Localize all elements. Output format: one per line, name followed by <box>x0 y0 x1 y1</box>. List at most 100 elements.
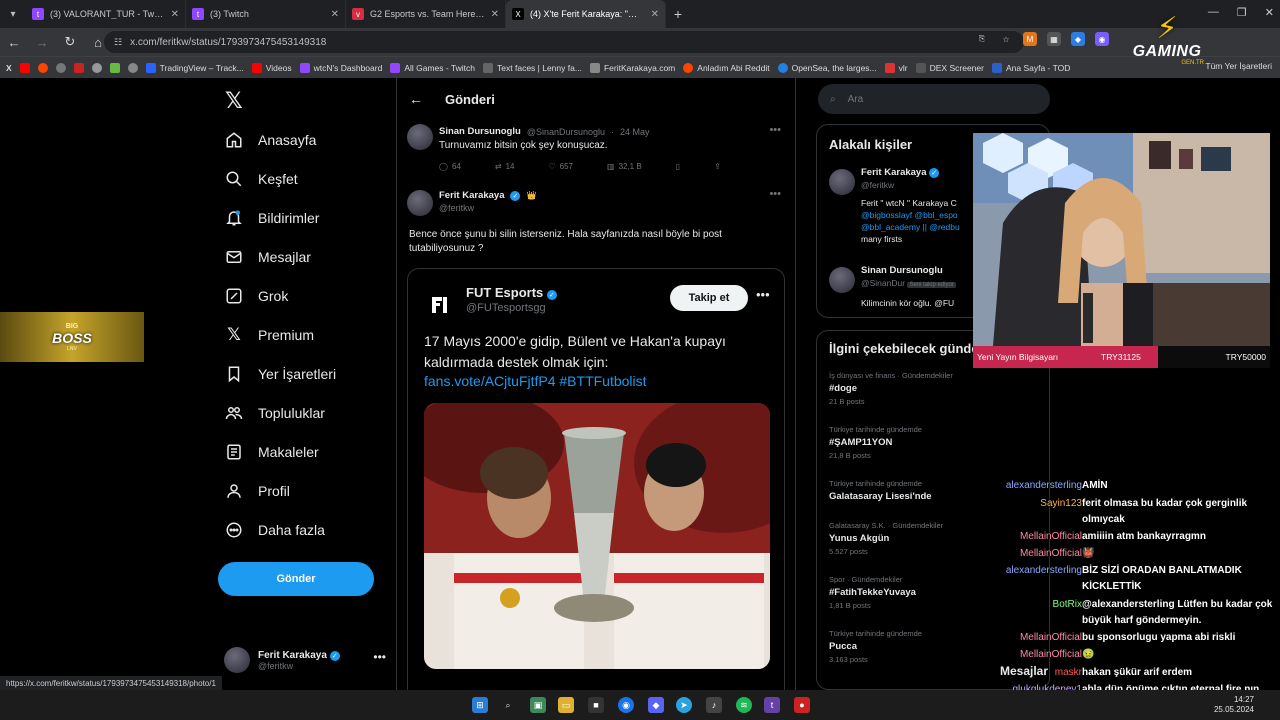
nav-explore[interactable]: Keşfet <box>224 167 298 191</box>
more-icon[interactable]: ••• <box>756 287 770 302</box>
bookmark-item[interactable]: Text faces | Lenny fa... <box>483 62 582 73</box>
spotify-icon[interactable]: ≋ <box>736 697 752 713</box>
bookmark-item[interactable]: All Games - Twitch <box>390 62 475 73</box>
address-bar[interactable]: ☷ x.com/feritkw/status/17939734754531493… <box>104 31 1024 53</box>
reply-button[interactable]: ◯ 64 <box>439 162 461 171</box>
quoted-tweet[interactable]: FUT Esports ✓ @FUTesportsgg Takip et •••… <box>407 268 785 690</box>
windows-start-icon[interactable]: ⊞ <box>472 697 488 713</box>
bookmark-icon-3[interactable] <box>55 62 66 73</box>
close-icon[interactable]: ✕ <box>331 9 339 20</box>
nav-premium[interactable]: 𝕏 Premium <box>224 323 314 347</box>
tab-2[interactable]: v G2 Esports vs. Team Heretics | ( ✕ <box>346 0 506 28</box>
more-icon[interactable]: ••• <box>769 124 781 136</box>
bookmark-item[interactable]: TradingView – Track... <box>145 62 244 73</box>
share-button[interactable]: ⇪ <box>714 162 721 171</box>
forward-icon[interactable]: → <box>34 35 50 50</box>
microphone-icon[interactable]: ♪ <box>706 697 722 713</box>
metamask-icon[interactable]: M <box>1023 32 1037 46</box>
maximize-icon[interactable]: ❐ <box>1237 6 1247 19</box>
x-icon: X <box>512 8 524 20</box>
nav-articles[interactable]: Makaleler <box>224 440 319 464</box>
bookmark-icon-5[interactable] <box>91 62 102 73</box>
reply-tweet[interactable]: Sinan Dursunoglu @SinanDursunoglu · 24 M… <box>407 124 787 180</box>
bookmark-item[interactable]: Ana Sayfa - TOD <box>991 62 1070 73</box>
search-icon[interactable]: ⌕ <box>500 697 516 713</box>
bookmark-button[interactable]: ▯ <box>676 162 680 171</box>
author-name[interactable]: Ferit Karakaya <box>439 190 504 201</box>
search-input[interactable]: ⌕ Ara <box>818 84 1050 114</box>
bookmark-reddit-icon[interactable] <box>37 62 48 73</box>
bookmark-item[interactable]: FeritKarakaya.com <box>589 62 675 73</box>
extension-icon[interactable]: ▦ <box>1047 32 1061 46</box>
post-button[interactable]: Gönder <box>218 562 374 596</box>
nav-profile[interactable]: Profil <box>224 479 290 503</box>
trend-item[interactable]: Türkiye tarihinde gündemde #ŞAMP11YON 21,8… <box>829 425 1039 460</box>
account-switcher[interactable]: Ferit Karakaya ✓ @feritkw ••• <box>224 642 386 678</box>
site-info-icon[interactable]: ☷ <box>114 37 122 48</box>
nav-notifications[interactable]: Bildirimler <box>224 206 319 230</box>
trend-item[interactable]: İş dünyası ve finans · Gündemdekiler #dog… <box>829 371 1039 406</box>
quote-author-name[interactable]: FUT Esports ✓ <box>466 285 557 300</box>
bookmark-icon-7[interactable] <box>127 62 138 73</box>
tweet-photo[interactable] <box>424 403 770 669</box>
discord-icon[interactable]: ◆ <box>648 697 664 713</box>
extension-icon[interactable]: ◉ <box>1095 32 1109 46</box>
close-icon[interactable]: ✕ <box>171 9 179 20</box>
app-icon[interactable]: ■ <box>588 697 604 713</box>
chrome-icon[interactable]: ◉ <box>618 697 634 713</box>
close-icon[interactable]: ✕ <box>651 9 659 20</box>
nav-communities[interactable]: Topluluklar <box>224 401 325 425</box>
author-handle[interactable]: @SinanDursunoglu <box>527 127 605 137</box>
close-icon[interactable]: ✕ <box>491 9 499 20</box>
author-name[interactable]: Sinan Dursunoglu <box>439 126 521 137</box>
all-bookmarks-button[interactable]: Tüm Yer İşaretleri <box>1205 61 1272 71</box>
bookmark-item[interactable]: wtcN's Dashboard <box>299 62 382 73</box>
bookmark-icon-4[interactable] <box>73 62 84 73</box>
nav-more[interactable]: Daha fazla <box>224 518 325 542</box>
widgets-icon[interactable]: ▣ <box>530 697 546 713</box>
author-handle[interactable]: @feritkw <box>439 203 474 213</box>
bookmark-item[interactable]: DEX Screener <box>915 62 984 73</box>
follow-button[interactable]: Takip et <box>670 285 748 311</box>
tab-0[interactable]: t (3) VALORANT_TUR - Twitch ✕ <box>26 0 186 28</box>
account-name: Ferit Karakaya ✓ <box>258 650 340 661</box>
bookmark-item[interactable]: Videos <box>251 62 292 73</box>
nav-home[interactable]: Anasayfa <box>224 128 316 152</box>
more-icon[interactable]: ••• <box>769 188 781 200</box>
tab-search-icon[interactable]: ▾ <box>0 0 26 28</box>
twitch-icon[interactable]: t <box>764 697 780 713</box>
close-window-icon[interactable]: ✕ <box>1265 6 1274 19</box>
more-icon[interactable]: ••• <box>373 650 386 664</box>
back-arrow-icon[interactable]: ← <box>409 91 423 107</box>
reload-icon[interactable]: ↻ <box>62 34 78 50</box>
nav-messages[interactable]: Mesajlar <box>224 245 311 269</box>
install-icon[interactable]: ⎘ <box>975 32 989 46</box>
views-button[interactable]: ▥ 32,1 B <box>607 162 642 171</box>
file-explorer-icon[interactable]: ▭ <box>558 697 574 713</box>
quote-link[interactable]: fans.vote/ACjtuFjtfP4 #BTTFutbolist <box>424 373 647 389</box>
bookmark-youtube-icon[interactable] <box>19 62 30 73</box>
like-button[interactable]: ♡ 657 <box>548 162 573 171</box>
messages-drawer-label[interactable]: Mesajlar <box>1000 664 1048 678</box>
x-logo-icon[interactable]: 𝕏 <box>225 88 243 114</box>
tab-1[interactable]: t (3) Twitch ✕ <box>186 0 346 28</box>
telegram-icon[interactable]: ➤ <box>676 697 692 713</box>
retweet-button[interactable]: ⇄ 14 <box>495 162 515 171</box>
new-tab-button[interactable]: + <box>666 6 690 22</box>
tab-3[interactable]: X (4) X'te Ferit Karakaya: "@Sinan ✕ <box>506 0 666 28</box>
verified-icon: ✓ <box>929 168 940 178</box>
bookmark-item[interactable]: Anladım Abi Reddit <box>683 62 770 73</box>
back-icon[interactable]: ← <box>6 35 22 50</box>
bookmark-x-icon[interactable]: X <box>6 63 12 73</box>
star-icon[interactable]: ☆ <box>999 32 1013 46</box>
quote-author-handle[interactable]: @FUTesportsgg <box>466 302 546 314</box>
extension-icon[interactable]: ◆ <box>1071 32 1085 46</box>
nav-grok[interactable]: Grok <box>224 284 288 308</box>
nav-bookmarks[interactable]: Yer İşaretleri <box>224 362 336 386</box>
system-clock[interactable]: 14:27 25.05.2024 <box>1214 695 1254 715</box>
bookmark-icon-6[interactable] <box>109 62 120 73</box>
bookmark-item[interactable]: OpenSea, the larges... <box>777 62 877 73</box>
record-icon[interactable]: ● <box>794 697 810 713</box>
bookmark-item[interactable]: vlr <box>884 62 908 73</box>
tweet-date[interactable]: 24 May <box>620 127 650 137</box>
